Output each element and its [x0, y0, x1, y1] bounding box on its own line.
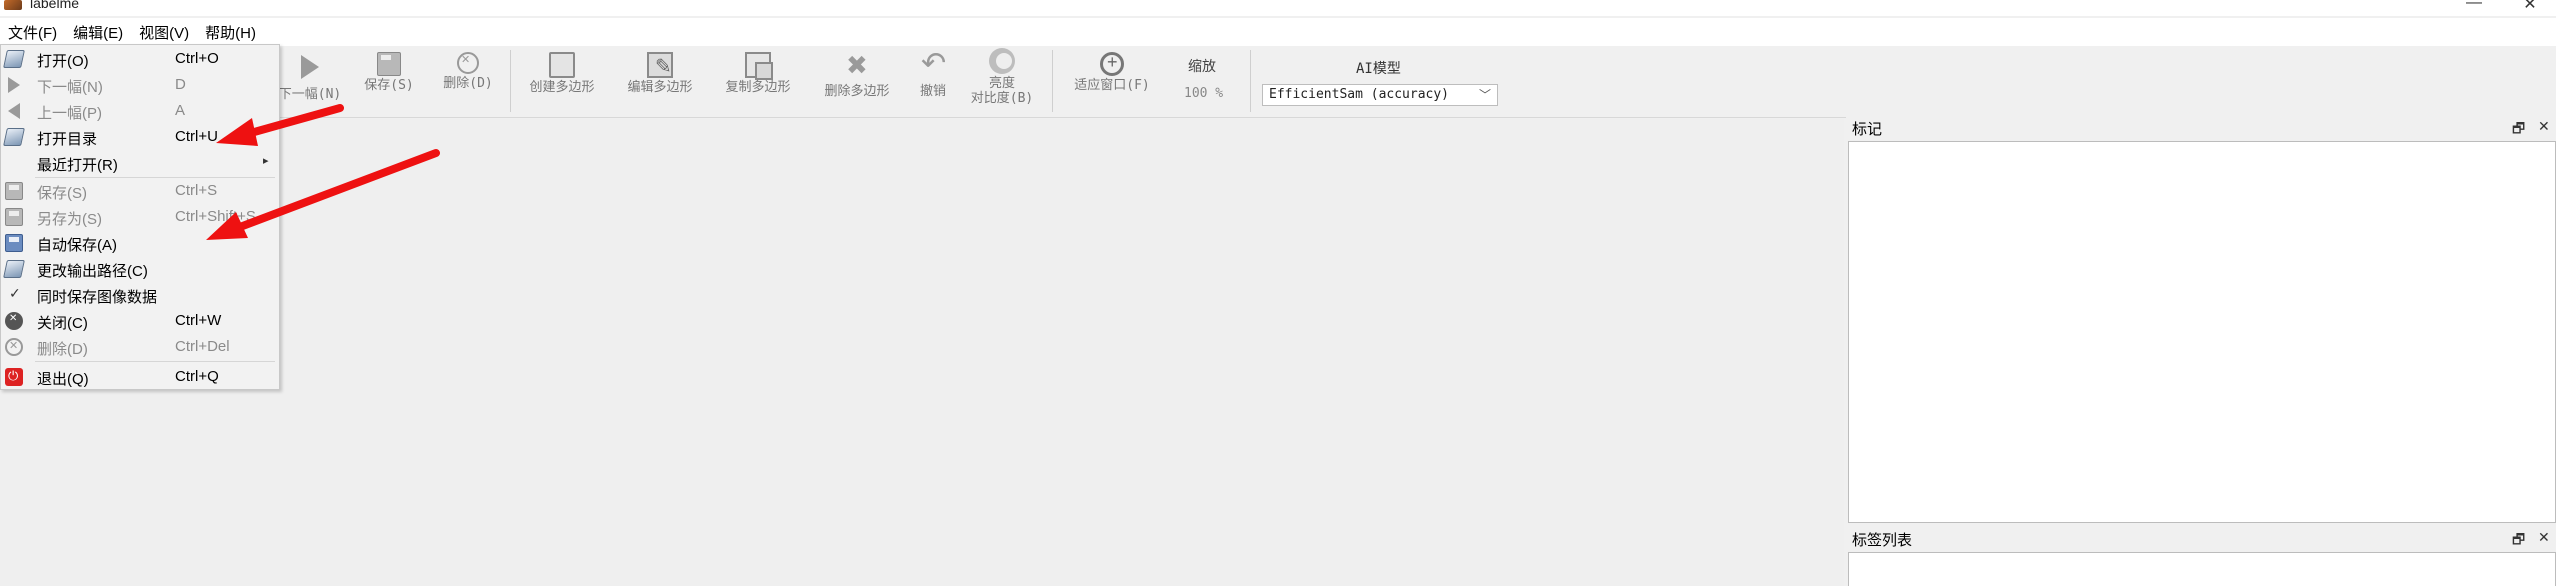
red-arrow-2	[206, 149, 440, 240]
red-arrow-1	[216, 104, 344, 146]
labelme-window: labelme — ✕ 文件(F) 编辑(E) 视图(V) 帮助(H) 下一幅(…	[0, 0, 2556, 586]
annotation-arrows	[206, 104, 440, 240]
